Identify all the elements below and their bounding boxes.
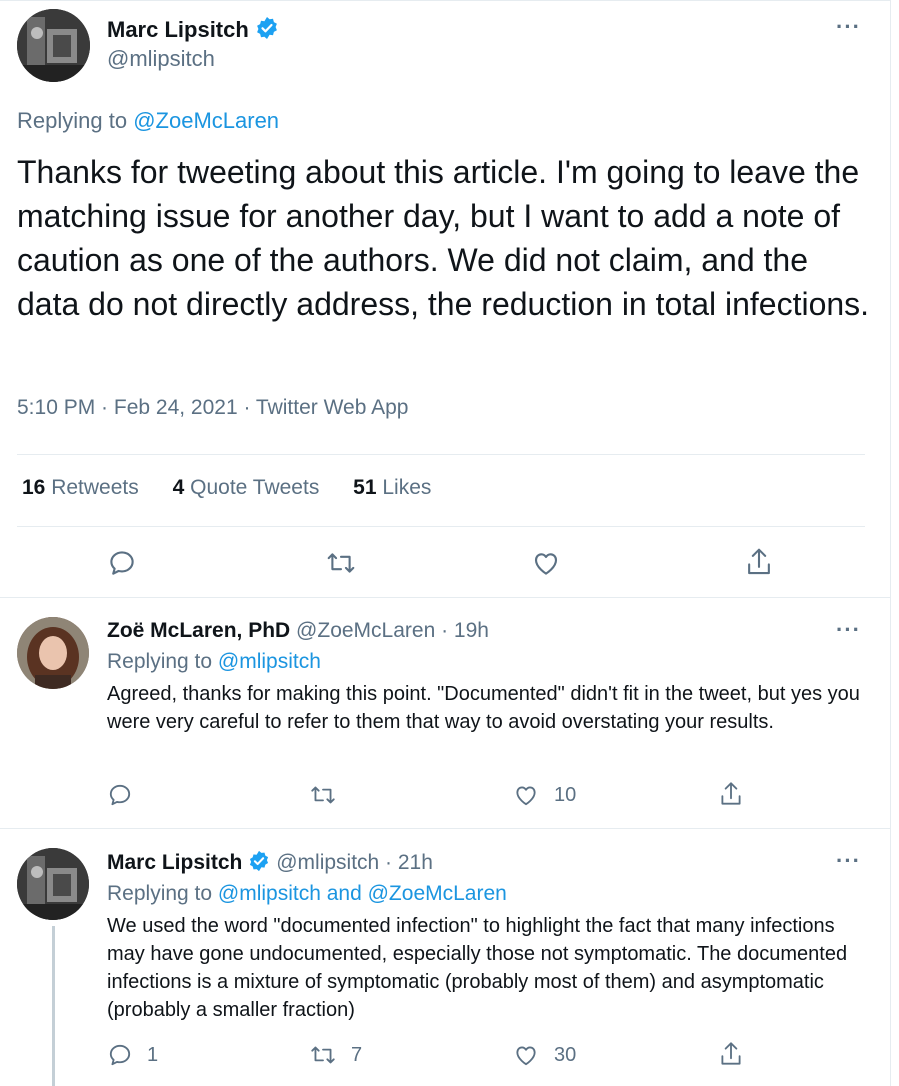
heart-icon (516, 1046, 536, 1066)
replying-to: Replying to @ZoeMcLaren (17, 108, 279, 134)
verified-badge-icon (248, 850, 270, 878)
tweet-timestamp[interactable]: 5:10 PM · Feb 24, 2021 · Twitter Web App (17, 396, 408, 420)
replying-prefix: Replying to (107, 882, 213, 905)
quote-tweets-stat[interactable]: 4 Quote Tweets (173, 476, 320, 499)
reply-button[interactable]: 1 (107, 1042, 158, 1068)
reply-icon (110, 551, 134, 575)
reply-count: 1 (147, 1043, 159, 1066)
reply-text: Agreed, thanks for making this point. "D… (107, 683, 860, 733)
thread-connector-line (52, 926, 55, 1086)
heart-icon (516, 786, 536, 806)
retweet-count: 7 (351, 1043, 363, 1066)
like-button[interactable] (531, 548, 561, 578)
replying-to: Replying to @mlipsitch (107, 650, 321, 674)
reply-author-name[interactable]: Zoë McLaren, PhD (107, 619, 290, 642)
replying-to: Replying to @mlipsitch and @ZoeMcLaren (107, 882, 507, 906)
more-options-icon[interactable]: ··· (836, 848, 861, 874)
replying-prefix: Replying to (107, 650, 213, 673)
author-handle[interactable]: @mlipsitch (107, 46, 215, 72)
like-count: 30 (554, 1043, 577, 1066)
share-button[interactable] (744, 546, 774, 578)
divider (17, 526, 865, 527)
more-options-icon[interactable]: ··· (836, 14, 861, 40)
divider (17, 454, 865, 455)
reply-icon (109, 1044, 131, 1066)
reply-icon (109, 784, 131, 806)
reply-tweet[interactable]: Zoë McLaren, PhD @ZoeMcLaren · 19h ··· R… (0, 599, 891, 829)
retweet-button[interactable] (325, 548, 357, 578)
reply-author-avatar[interactable] (17, 617, 89, 689)
author-avatar[interactable] (17, 9, 90, 82)
reply-handle-time[interactable]: @ZoeMcLaren · 19h (296, 619, 489, 642)
quote-tweets-count: 4 (172, 476, 185, 499)
replying-to-link[interactable]: @ZoeMcLaren (133, 108, 279, 133)
share-button[interactable] (718, 1040, 744, 1068)
share-button[interactable] (718, 780, 744, 808)
retweet-button[interactable]: 7 (309, 1042, 362, 1068)
reply-author-line: Zoë McLaren, PhD @ZoeMcLaren · 19h (107, 619, 489, 643)
replying-to-link[interactable]: @mlipsitch and @ZoeMcLaren (218, 882, 507, 905)
likes-stat[interactable]: 51 Likes (353, 476, 431, 499)
reply-button[interactable] (107, 782, 147, 808)
retweets-label: Retweets (51, 476, 139, 499)
author-name[interactable]: Marc Lipsitch (107, 16, 279, 46)
engagement-stats: 16 Retweets 4 Quote Tweets 51 Likes (22, 476, 459, 500)
reply-tweet[interactable]: Marc Lipsitch @mlipsitch · 21h ··· Reply… (0, 830, 891, 1086)
retweet-icon (327, 553, 355, 573)
share-icon (748, 548, 770, 575)
reply-author-name[interactable]: Marc Lipsitch (107, 851, 242, 874)
retweet-icon (311, 786, 335, 804)
heart-icon (534, 553, 558, 575)
focused-tweet: Marc Lipsitch @mlipsitch ··· Replying to… (0, 0, 891, 598)
retweets-count: 16 (22, 476, 46, 499)
more-options-icon[interactable]: ··· (836, 617, 861, 643)
quote-tweets-label: Quote Tweets (190, 476, 320, 499)
tweet-text: Thanks for tweeting about this article. … (17, 154, 870, 322)
retweet-icon (311, 1046, 335, 1064)
reply-handle-time[interactable]: @mlipsitch · 21h (276, 851, 433, 874)
reply-button[interactable] (107, 548, 137, 578)
reply-text: We used the word "documented infection" … (107, 915, 848, 1021)
like-button[interactable]: 10 (512, 782, 576, 808)
replying-to-link[interactable]: @mlipsitch (218, 650, 321, 673)
reply-author-line: Marc Lipsitch @mlipsitch · 21h (107, 850, 433, 878)
share-icon (721, 1042, 741, 1065)
share-icon (721, 782, 741, 805)
author-name-text[interactable]: Marc Lipsitch (107, 17, 249, 42)
replying-prefix: Replying to (17, 108, 128, 133)
likes-count: 51 (353, 476, 377, 499)
like-count: 10 (554, 783, 577, 806)
like-button[interactable]: 30 (512, 1042, 576, 1068)
retweet-button[interactable] (309, 782, 351, 808)
likes-label: Likes (382, 476, 432, 499)
reply-author-avatar[interactable] (17, 848, 89, 920)
verified-badge-icon (255, 16, 279, 46)
retweets-stat[interactable]: 16 Retweets (22, 476, 139, 499)
